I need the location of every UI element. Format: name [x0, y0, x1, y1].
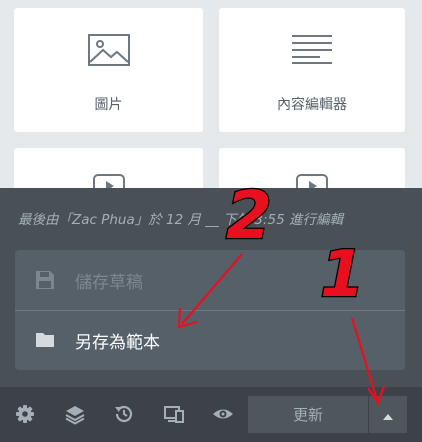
save-panel: 最後由「Zac Phua」於 12 月 __ 下午 3:55 進行編輯 儲存草稿…	[0, 188, 422, 442]
widget-text-editor[interactable]: 內容編輯器	[219, 8, 405, 132]
layers-icon[interactable]	[64, 403, 86, 425]
panel-footer: 更新	[0, 387, 422, 442]
save-options-toggle[interactable]	[369, 396, 407, 433]
folder-icon	[35, 331, 55, 351]
caret-up-icon	[383, 405, 393, 424]
widget-image[interactable]: 圖片	[14, 8, 203, 132]
preview-icon[interactable]	[212, 403, 234, 425]
save-as-template-label: 另存為範本	[75, 333, 160, 353]
widget-image-label: 圖片	[94, 97, 123, 113]
text-editor-icon	[290, 34, 334, 68]
settings-icon[interactable]	[14, 403, 36, 425]
save-options-menu: 儲存草稿 另存為範本	[15, 250, 405, 370]
widget-text-editor-label: 內容編輯器	[277, 97, 347, 113]
save-as-template-option[interactable]: 另存為範本	[15, 310, 405, 370]
save-draft-label: 儲存草稿	[75, 272, 143, 293]
image-icon	[87, 34, 130, 70]
responsive-icon[interactable]	[163, 403, 185, 425]
history-icon[interactable]	[113, 403, 135, 425]
update-button[interactable]: 更新	[248, 396, 368, 433]
last-edited-text: 最後由「Zac Phua」於 12 月 __ 下午 3:55 進行編輯	[18, 212, 344, 228]
save-draft-option[interactable]: 儲存草稿	[15, 250, 405, 310]
save-draft-icon	[35, 270, 55, 290]
